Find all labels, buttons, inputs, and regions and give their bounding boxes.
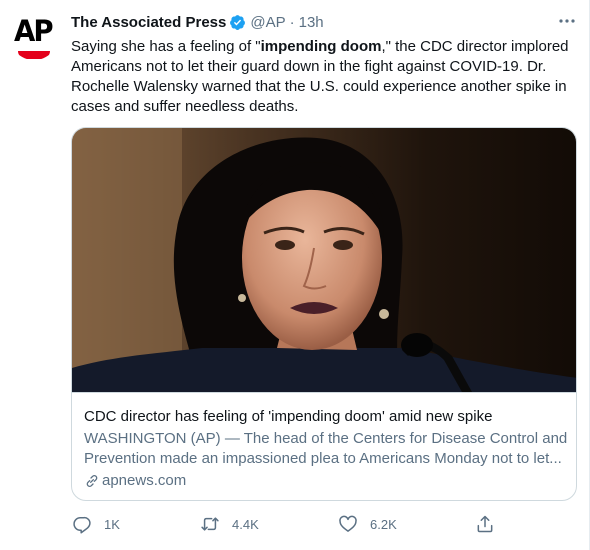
link-preview-card[interactable]: CDC director has feeling of 'impending d…: [71, 127, 577, 501]
author-name[interactable]: The Associated Press: [71, 14, 226, 31]
card-title[interactable]: CDC director has feeling of 'impending d…: [84, 407, 492, 427]
tweet-header: The Associated Press @AP · 13h: [71, 12, 324, 32]
verified-badge-icon: [230, 14, 246, 30]
tweet-text-before: Saying she has a feeling of ": [71, 38, 261, 55]
tweet-text: Saying she has a feeling of "impending d…: [71, 37, 576, 117]
article-photo[interactable]: [72, 128, 577, 392]
card-domain[interactable]: apnews.com: [84, 472, 186, 489]
retweet-button[interactable]: 4.4K: [200, 509, 259, 539]
card-description: WASHINGTON (AP) — The head of the Center…: [84, 429, 568, 469]
ap-logo-accent: [18, 51, 50, 59]
avatar[interactable]: AP: [9, 10, 59, 60]
tweet-timestamp[interactable]: 13h: [299, 14, 324, 31]
tweet-text-bold: impending doom: [260, 38, 382, 55]
tweet-actions: 1K 4.4K 6.2K: [64, 509, 504, 539]
card-description-line-2: Prevention made an impassioned plea to A…: [84, 450, 562, 467]
share-button[interactable]: [475, 509, 495, 539]
card-domain-text[interactable]: apnews.com: [102, 472, 186, 489]
reply-count: 1K: [104, 516, 120, 532]
heart-icon: [339, 515, 357, 532]
like-button[interactable]: 6.2K: [338, 509, 397, 539]
ap-logo-text: AP: [13, 14, 54, 48]
more-horizontal-icon[interactable]: [556, 12, 578, 30]
separator-dot: ·: [289, 13, 295, 31]
like-count: 6.2K: [370, 516, 397, 532]
author-handle[interactable]: @AP: [250, 14, 285, 31]
reply-icon: [73, 516, 91, 534]
link-icon: [86, 474, 98, 487]
retweet-count: 4.4K: [232, 516, 259, 532]
card-body[interactable]: CDC director has feeling of 'impending d…: [72, 392, 576, 500]
card-description-line-1: WASHINGTON (AP) — The head of the Center…: [84, 430, 568, 447]
tweet[interactable]: AP The Associated Press @AP · 13h Saying…: [0, 0, 590, 550]
reply-button[interactable]: 1K: [72, 509, 120, 539]
retweet-icon: [201, 517, 219, 531]
share-icon: [477, 515, 493, 533]
